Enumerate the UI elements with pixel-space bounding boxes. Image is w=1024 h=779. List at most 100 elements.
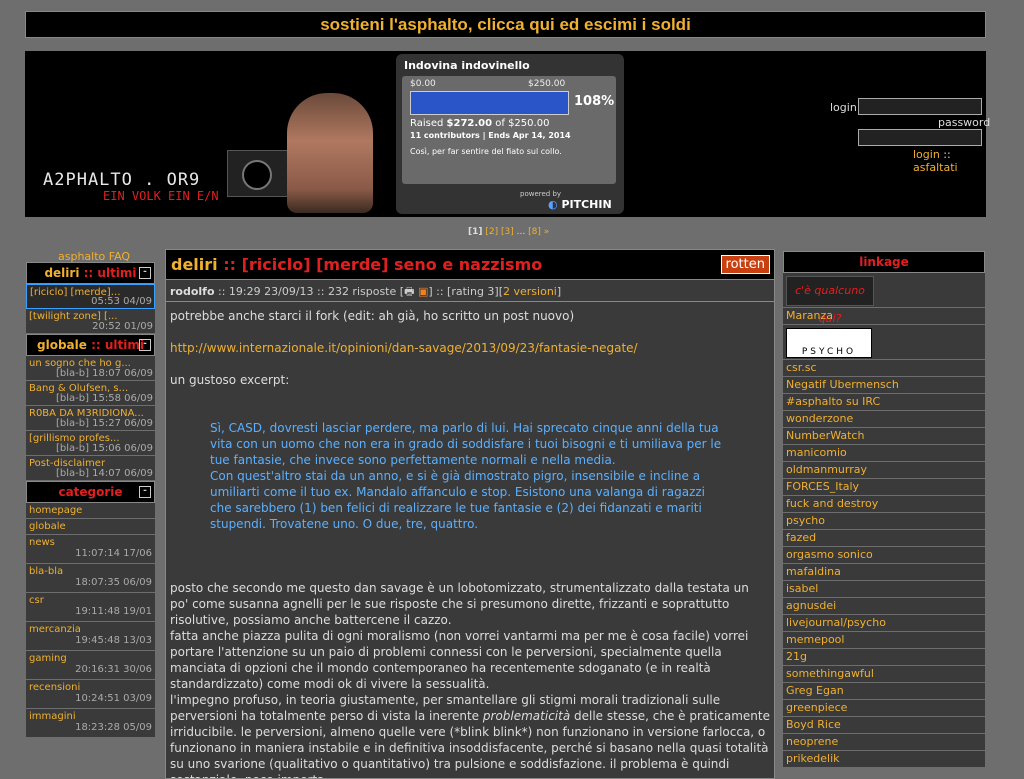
pager-page-2[interactable]: [2] [485,227,498,237]
link-item[interactable]: isabel [783,581,985,598]
logo-brand: A2PHALTO . OR9 [43,170,201,190]
list-item[interactable]: [grillismo profes... [bla-b] 15:06 06/09 [26,431,155,456]
link-item[interactable]: Greg Egan [783,683,985,700]
link-item[interactable]: prikedelik [783,751,985,768]
list-item[interactable]: Post-disclaimer [bla-b] 14:07 06/09 [26,456,155,481]
password-input[interactable] [858,129,982,146]
pitchin-min: $0.00 [410,79,436,89]
post-paragraph: posto che secondo me questo dan savage è… [170,581,749,627]
link-item[interactable]: csr.sc [783,360,985,377]
post-quote: Sì, CASD, dovresti lasciar perdere, ma p… [210,421,722,531]
collapse-icon[interactable]: - [139,486,151,498]
list-item[interactable]: [twilight zone] [... 20:52 01/09 [26,309,155,334]
link-item[interactable]: somethingawful [783,666,985,683]
link-item[interactable]: Boyd Rice [783,717,985,734]
globale-box-header: globale :: ultimi - [26,334,155,356]
deliri-box-header: deliri :: ultimi - [26,262,155,284]
collapse-icon[interactable]: - [139,267,151,279]
pitchin-percent: 108% [574,94,615,109]
pitchin-contributors: 11 contributors | Ends Apr 14, 2014 [410,131,571,140]
collapse-icon[interactable]: - [139,339,151,351]
category-item[interactable]: globale [26,519,155,535]
link-item[interactable]: orgasmo sonico [783,547,985,564]
list-item[interactable]: R0BA DA M3RIDIONA... [bla-b] 15:27 06/09 [26,406,155,431]
pager-page-8[interactable]: [8] [528,227,541,237]
password-label: password [938,116,991,129]
print-icon[interactable]: 🖶 [404,285,414,298]
link-item[interactable]: FORCES_Italy [783,479,985,496]
left-sidebar: deliri :: ultimi - [riciclo] [merde]… 05:5… [26,262,155,738]
pitchin-progress-bar [410,91,569,115]
pitchin-title: Indovina indovinello [404,59,530,72]
list-item[interactable]: [riciclo] [merde]… 05:53 04/09 [26,284,155,309]
category-item[interactable]: gaming 20:16:31 30/06 [26,651,155,680]
login-label: login [830,101,857,114]
link-item[interactable]: wonderzone [783,411,985,428]
logo-slogan: EIN VOLK EIN E/N [103,189,219,203]
pager-current: [1] [468,227,483,237]
link-item[interactable]: 21g [783,649,985,666]
post-paragraph: fatta anche piazza pulita di ogni morali… [170,629,749,691]
post-paragraph: l'impegno profuso, in teoria giustamente… [170,693,770,778]
pitchin-max: $250.00 [528,79,566,89]
pitchin-progress-box: $0.00 $250.00 108% Raised $272.00 of $25… [402,76,616,184]
category-item[interactable]: csr 19:11:48 19/01 [26,593,155,622]
list-item[interactable]: Bang & Olufsen, s... [bla-b] 15:58 06/09 [26,381,155,406]
link-item[interactable]: NumberWatch [783,428,985,445]
link-item[interactable]: neoprene [783,734,985,751]
link-item[interactable]: Maranza [783,308,985,325]
right-sidebar: linkage c'è qualcuno qui? Maranza PSYCHO… [783,251,985,768]
pitchin-widget[interactable]: Indovina indovinello $0.00 $250.00 108% … [396,54,624,214]
post-panel: deliri :: [riciclo] [merde] seno e nazzi… [165,249,775,779]
camera-image [227,150,289,197]
link-item[interactable]: manicomio [783,445,985,462]
post-body: potrebbe anche starci il fork (edit: ah … [166,302,774,778]
categorie-box-header: categorie - [26,481,155,503]
banner-image[interactable]: c'è qualcuno qui? [786,276,874,325]
pitchin-brand[interactable]: ◐ PITCHIN [548,198,612,211]
category-item[interactable]: immagini 18:23:28 05/09 [26,709,155,738]
link-item[interactable]: oldmanmurray [783,462,985,479]
list-item[interactable]: un sogno che ho g... [bla-b] 18:07 06/09 [26,356,155,381]
link-item[interactable]: greenpiece [783,700,985,717]
register-link[interactable]: asfaltati [913,161,958,174]
link-item[interactable]: fuck and destroy [783,496,985,513]
versions-link[interactable]: 2 versioni [503,285,557,298]
rss-icon[interactable]: ▣ [418,285,428,298]
banner-link[interactable]: c'è qualcuno qui? [783,273,985,325]
pager-ellipsis: ... [516,227,526,237]
pager: [1] [2] [3] ... [8] » [468,227,549,237]
support-banner-text[interactable]: sostieni l'asphalto, clicca qui ed escim… [320,15,691,34]
post-title: deliri :: [riciclo] [merde] seno e nazzi… [171,255,543,274]
link-item[interactable]: fazed [783,530,985,547]
category-item[interactable]: homepage [26,503,155,519]
pitchin-powered: powered by [520,190,562,198]
pager-page-3[interactable]: [3] [501,227,514,237]
post-meta: rodolfo :: 19:29 23/09/13 :: 232 rispost… [166,280,774,302]
link-item[interactable]: psycho [783,513,985,530]
support-banner[interactable]: sostieni l'asphalto, clicca qui ed escim… [25,11,986,38]
category-item[interactable]: bla-bla 18:07:35 06/09 [26,564,155,593]
login-links: login :: asfaltati [913,148,958,174]
site-header: A2PHALTO . OR9 EIN VOLK EIN E/N Indovina… [25,51,990,217]
link-item[interactable]: livejournal/psycho [783,615,985,632]
pitchin-raised: Raised $272.00 of $250.00 [410,118,550,129]
banner-link[interactable]: PSYCHO [783,325,985,360]
category-item[interactable]: news 11:07:14 17/06 [26,535,155,564]
link-item[interactable]: #asphalto su IRC [783,394,985,411]
link-item[interactable]: mafaldina [783,564,985,581]
post-url-link[interactable]: http://www.internazionale.it/opinioni/da… [170,341,638,355]
category-item[interactable]: mercanzia 19:45:48 13/03 [26,622,155,651]
link-item[interactable]: agnusdei [783,598,985,615]
link-item[interactable]: memepool [783,632,985,649]
login-input[interactable] [858,98,982,115]
site-logo[interactable]: A2PHALTO . OR9 EIN VOLK EIN E/N [41,93,393,223]
post-author[interactable]: rodolfo [170,285,215,298]
post-paragraph: potrebbe anche starci il fork (edit: ah … [170,309,575,323]
login-link[interactable]: login [913,148,940,161]
pager-next[interactable]: » [544,227,550,237]
link-item[interactable]: Negatif Ubermensch [783,377,985,394]
pitchin-description: Così, per far sentire del fiato sul coll… [410,147,562,156]
rating-badge: rotten [720,255,770,274]
category-item[interactable]: recensioni 10:24:51 03/09 [26,680,155,709]
